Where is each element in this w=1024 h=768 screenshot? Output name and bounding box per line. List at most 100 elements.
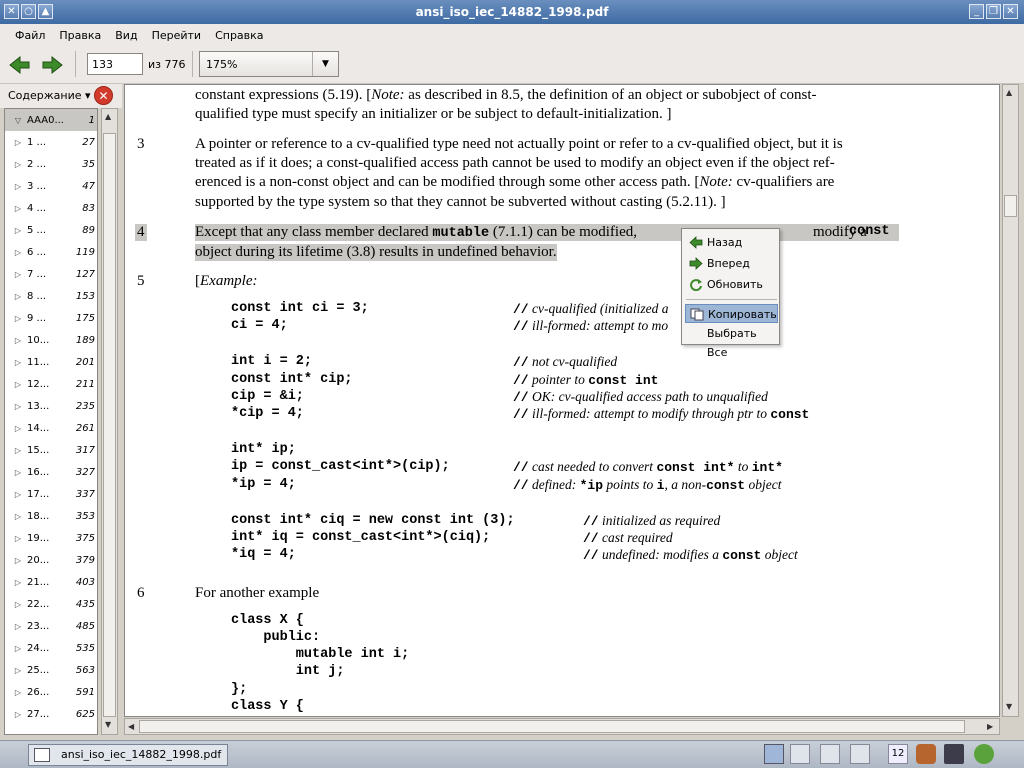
pager-workspace-3-icon[interactable] [820, 744, 840, 764]
outline-item[interactable]: ▷ 18... 353 [5, 505, 97, 527]
expand-right-icon[interactable]: ▷ [5, 182, 27, 191]
expand-right-icon[interactable]: ▷ [5, 138, 27, 147]
sidebar-scrollbar[interactable]: ▲ ▼ [101, 108, 118, 735]
outline-item[interactable]: ▷ 8 ... 153 [5, 285, 97, 307]
scroll-down-icon[interactable]: ▼ [1006, 702, 1012, 711]
outline-item[interactable]: ▷ 1 ... 27 [5, 131, 97, 153]
expand-right-icon[interactable]: ▷ [5, 534, 27, 543]
menu-help[interactable]: Справка [208, 29, 270, 42]
expand-right-icon[interactable]: ▷ [5, 600, 27, 609]
scroll-up-icon[interactable]: ▲ [1006, 88, 1012, 97]
outline-item[interactable]: ▷ 13... 235 [5, 395, 97, 417]
scroll-down-icon[interactable]: ▼ [105, 720, 111, 729]
outline-item[interactable]: ▷ 17... 337 [5, 483, 97, 505]
pager-workspace-2-icon[interactable] [790, 744, 810, 764]
outline-item[interactable]: ▷ 16... 327 [5, 461, 97, 483]
minimize-icon[interactable]: _ [969, 4, 984, 19]
settings-tray-icon[interactable] [916, 744, 936, 764]
document-horizontal-scrollbar[interactable]: ◀ ▶ [124, 718, 1000, 735]
expand-right-icon[interactable]: ▷ [5, 380, 27, 389]
document-vertical-scrollbar[interactable]: ▲ ▼ [1002, 84, 1019, 717]
scrollbar-thumb[interactable] [139, 720, 965, 733]
outline-item[interactable]: ▷ 15... 317 [5, 439, 97, 461]
outline-item[interactable]: ▷ 25... 563 [5, 659, 97, 681]
expand-right-icon[interactable]: ▷ [5, 424, 27, 433]
menu-file[interactable]: Файл [8, 29, 52, 42]
expand-right-icon[interactable]: ▷ [5, 402, 27, 411]
outline-item[interactable]: ▷ 27... 625 [5, 703, 97, 725]
expand-right-icon[interactable]: ▷ [5, 644, 27, 653]
chevron-down-icon[interactable]: ▼ [312, 52, 338, 76]
outline-item[interactable]: ▷ 14... 261 [5, 417, 97, 439]
expand-right-icon[interactable]: ▷ [5, 512, 27, 521]
zoom-select[interactable]: 175% ▼ [199, 51, 339, 77]
outline-item[interactable]: ▽ AAA0... 1 [5, 109, 97, 131]
close-sidebar-icon[interactable]: ✕ [94, 86, 113, 105]
expand-right-icon[interactable]: ▷ [5, 270, 27, 279]
context-forward[interactable]: Вперед [685, 254, 778, 273]
sidebar-title-dropdown[interactable]: Содержание ▾ [8, 89, 91, 102]
expand-right-icon[interactable]: ▷ [5, 226, 27, 235]
scroll-right-icon[interactable]: ▶ [987, 722, 993, 731]
paragraph-4-line-2-selected[interactable]: object during its lifetime (3.8) results… [195, 244, 557, 261]
expand-right-icon[interactable]: ▷ [5, 710, 27, 719]
context-reload[interactable]: Обновить [685, 275, 778, 294]
outline-item[interactable]: ▷ 7 ... 127 [5, 263, 97, 285]
expand-right-icon[interactable]: ▷ [5, 688, 27, 697]
expand-right-icon[interactable]: ▷ [5, 556, 27, 565]
outline-item[interactable]: ▷ 23... 485 [5, 615, 97, 637]
expand-down-icon[interactable]: ▽ [5, 116, 27, 125]
page-number-input[interactable] [87, 53, 143, 75]
outline-item[interactable]: ▷ 3 ... 47 [5, 175, 97, 197]
expand-right-icon[interactable]: ▷ [5, 666, 27, 675]
expand-right-icon[interactable]: ▷ [5, 578, 27, 587]
expand-right-icon[interactable]: ▷ [5, 490, 27, 499]
scroll-left-icon[interactable]: ◀ [128, 722, 134, 731]
maximize-icon[interactable]: ❐ [986, 4, 1001, 19]
expand-right-icon[interactable]: ▷ [5, 248, 27, 257]
menu-view[interactable]: Вид [108, 29, 144, 42]
menu-edit[interactable]: Правка [52, 29, 108, 42]
expand-right-icon[interactable]: ▷ [5, 468, 27, 477]
context-copy[interactable]: Копировать [685, 304, 778, 323]
outline-item-label: 8 ... [27, 290, 47, 302]
outline-item[interactable]: ▷ 21... 403 [5, 571, 97, 593]
menu-go[interactable]: Перейти [145, 29, 209, 42]
forward-arrow-icon[interactable] [40, 54, 64, 76]
pager-workspace-1-icon[interactable] [764, 744, 784, 764]
outline-item[interactable]: ▷ 20... 379 [5, 549, 97, 571]
workspace-number[interactable]: 12 [888, 744, 908, 764]
outline-item[interactable]: ▷ 6 ... 119 [5, 241, 97, 263]
scrollbar-thumb[interactable] [103, 133, 116, 717]
context-select-all[interactable]: Выбрать Все [685, 324, 778, 359]
outline-item[interactable]: ▷ 24... 535 [5, 637, 97, 659]
expand-right-icon[interactable]: ▷ [5, 622, 27, 631]
outline-item[interactable]: ▷ 19... 375 [5, 527, 97, 549]
expand-right-icon[interactable]: ▷ [5, 358, 27, 367]
outline-item[interactable]: ▷ 26... 591 [5, 681, 97, 703]
expand-right-icon[interactable]: ▷ [5, 160, 27, 169]
close-icon[interactable]: ✕ [1003, 4, 1018, 19]
paragraph-4-line-1-selected[interactable]: Except that any class member declared mu… [195, 224, 899, 241]
outline-item[interactable]: ▷ 22... 435 [5, 593, 97, 615]
media-tray-icon[interactable] [944, 744, 964, 764]
context-back[interactable]: Назад [685, 233, 778, 252]
scroll-up-icon[interactable]: ▲ [105, 112, 111, 121]
expand-right-icon[interactable]: ▷ [5, 446, 27, 455]
scrollbar-thumb[interactable] [1004, 195, 1017, 217]
outline-item[interactable]: ▷ 10... 189 [5, 329, 97, 351]
pager-workspace-4-icon[interactable] [850, 744, 870, 764]
expand-right-icon[interactable]: ▷ [5, 292, 27, 301]
outline-item[interactable]: ▷ 2 ... 35 [5, 153, 97, 175]
outline-item[interactable]: ▷ 9 ... 175 [5, 307, 97, 329]
expand-right-icon[interactable]: ▷ [5, 314, 27, 323]
back-arrow-icon[interactable] [8, 54, 32, 76]
outline-item[interactable]: ▷ 11... 201 [5, 351, 97, 373]
outline-item[interactable]: ▷ 12... 211 [5, 373, 97, 395]
user-tray-icon[interactable] [974, 744, 994, 764]
taskbar-window-button[interactable]: ansi_iso_iec_14882_1998.pdf [28, 744, 228, 766]
outline-item[interactable]: ▷ 4 ... 83 [5, 197, 97, 219]
expand-right-icon[interactable]: ▷ [5, 204, 27, 213]
expand-right-icon[interactable]: ▷ [5, 336, 27, 345]
outline-item[interactable]: ▷ 5 ... 89 [5, 219, 97, 241]
